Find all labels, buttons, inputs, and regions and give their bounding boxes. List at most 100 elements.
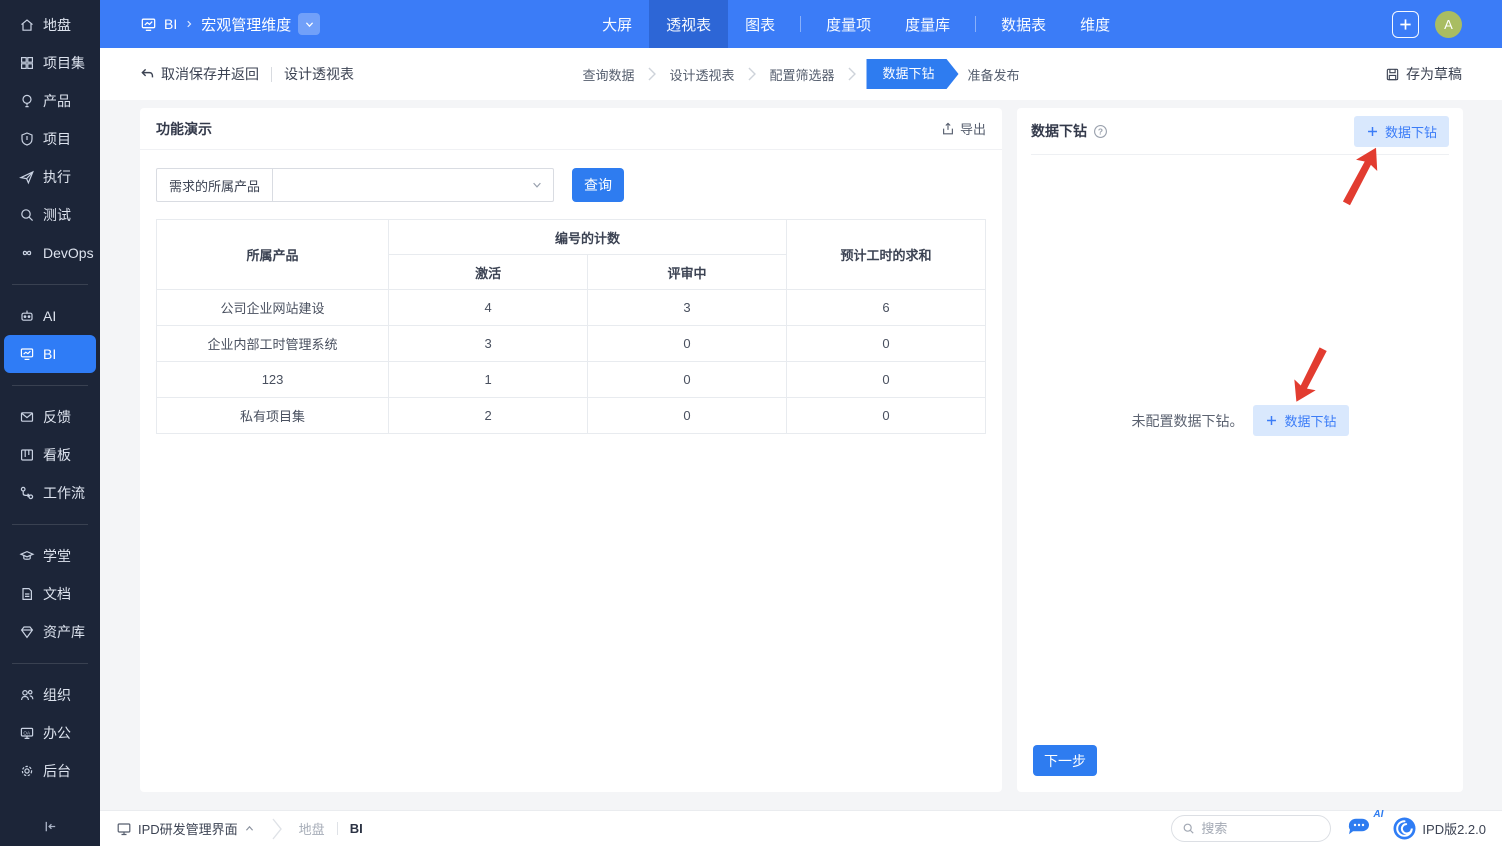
sidebar-item-feedback[interactable]: 反馈	[4, 398, 96, 436]
sidebar-item-project-set[interactable]: 项目集	[4, 44, 96, 82]
step-设计透视表[interactable]: 设计透视表	[663, 65, 740, 84]
drill-title: 数据下钻	[1031, 121, 1087, 141]
cell-product: 123	[157, 362, 389, 398]
sidebar-item-workflow[interactable]: 工作流	[4, 474, 96, 512]
sidebar-item-assets[interactable]: 资产库	[4, 613, 96, 651]
product-filter-select[interactable]	[273, 169, 553, 201]
workflow-icon	[18, 485, 35, 502]
sidebar-item-devops[interactable]: DevOps	[4, 234, 96, 272]
tab-维度[interactable]: 维度	[1063, 0, 1127, 48]
save-draft-icon	[1385, 67, 1400, 82]
footer-crumb-home[interactable]: 地盘	[299, 819, 325, 838]
column-header-estimate-sum: 预计工时的求和	[787, 220, 986, 290]
breadcrumb-chevron-icon	[184, 19, 194, 29]
sidebar-item-label: 反馈	[43, 407, 71, 427]
pivot-preview-card: 功能演示 导出 需求的所属产品 查询 所属产品 编号的计数	[140, 108, 1002, 792]
sidebar-item-test[interactable]: 测试	[4, 196, 96, 234]
cell-product: 私有项目集	[157, 398, 389, 434]
sidebar-item-label: BI	[43, 346, 56, 362]
sidebar-item-kanban[interactable]: 看板	[4, 436, 96, 474]
ai-icon	[18, 308, 35, 325]
save-draft-button[interactable]: 存为草稿	[1385, 64, 1462, 84]
avatar[interactable]: A	[1435, 11, 1462, 38]
sidebar-collapse-button[interactable]	[0, 814, 100, 838]
tab-大屏[interactable]: 大屏	[585, 0, 649, 48]
zentao-logo-icon[interactable]	[1393, 817, 1416, 840]
chevron-up-icon	[244, 823, 255, 834]
pivot-title: 功能演示	[156, 119, 212, 139]
cell-value: 0	[787, 362, 986, 398]
sidebar-item-ai[interactable]: AI	[4, 297, 96, 335]
step-数据下钻[interactable]: 数据下钻	[867, 59, 959, 89]
step-separator-icon	[848, 67, 857, 81]
execution-icon	[18, 169, 35, 186]
sidebar-item-project[interactable]: 项目	[4, 120, 96, 158]
drill-down-card: 数据下钻 ? 数据下钻 未配置数据下钻。 数据下钻 下一步	[1017, 108, 1463, 792]
bi-board-icon	[140, 16, 157, 33]
page-dropdown-button[interactable]	[298, 13, 320, 35]
org-icon	[18, 687, 35, 704]
next-step-button[interactable]: 下一步	[1033, 745, 1097, 776]
add-drill-down-label: 数据下钻	[1385, 122, 1437, 141]
step-配置筛选器[interactable]: 配置筛选器	[763, 65, 840, 84]
annotation-arrow-empty	[1285, 342, 1335, 407]
bi-icon	[18, 346, 35, 363]
sidebar-item-org[interactable]: 组织	[4, 676, 96, 714]
breadcrumb-app[interactable]: BI	[164, 16, 177, 32]
sidebar-item-admin[interactable]: 后台	[4, 752, 96, 790]
table-row: 123100	[157, 362, 986, 398]
create-button[interactable]	[1392, 11, 1419, 38]
save-draft-label: 存为草稿	[1406, 64, 1462, 84]
toolbar-divider	[271, 67, 272, 82]
footer-bar: IPD研发管理界面 地盘 BI AI IPD版2.2.0	[100, 810, 1502, 846]
back-return-icon	[140, 67, 155, 82]
sidebar-item-home[interactable]: 地盘	[4, 6, 96, 44]
export-button[interactable]: 导出	[941, 119, 986, 138]
tab-图表[interactable]: 图表	[728, 0, 792, 48]
column-header-product: 所属产品	[157, 220, 389, 290]
query-button[interactable]: 查询	[572, 168, 624, 202]
search-input[interactable]	[1201, 821, 1320, 836]
content-area: 功能演示 导出 需求的所属产品 查询 所属产品 编号的计数	[100, 100, 1502, 810]
add-drill-down-button-empty[interactable]: 数据下钻	[1253, 405, 1348, 436]
sidebar-item-office[interactable]: OA办公	[4, 714, 96, 752]
tab-透视表[interactable]: 透视表	[649, 0, 728, 48]
plus-icon	[1366, 125, 1379, 138]
sidebar-item-doc[interactable]: 文档	[4, 575, 96, 613]
sidebar-item-label: 执行	[43, 167, 71, 187]
help-icon[interactable]: ?	[1093, 124, 1108, 139]
sidebar-item-bi[interactable]: BI	[4, 335, 96, 373]
add-drill-down-button-top[interactable]: 数据下钻	[1354, 116, 1449, 147]
sidebar-divider	[12, 284, 88, 285]
plus-icon	[1265, 414, 1278, 427]
step-separator-icon	[647, 67, 656, 81]
step-准备发布[interactable]: 准备发布	[962, 65, 1026, 84]
project-set-icon	[18, 55, 35, 72]
sidebar-item-product[interactable]: 产品	[4, 82, 96, 120]
cell-value: 2	[389, 398, 588, 434]
footer-crumb-bi[interactable]: BI	[350, 821, 363, 836]
sidebar-item-execution[interactable]: 执行	[4, 158, 96, 196]
footer-crumb-divider	[337, 822, 338, 835]
step-查询数据[interactable]: 查询数据	[576, 65, 640, 84]
design-pivot-label: 设计透视表	[284, 64, 354, 84]
ai-chat-icon	[1347, 816, 1371, 836]
drill-header-divider	[1031, 154, 1449, 155]
devops-icon	[18, 245, 35, 262]
tab-group-divider	[800, 16, 801, 32]
cancel-save-return-button[interactable]: 取消保存并返回	[140, 64, 259, 84]
version-label: IPD版2.2.0	[1422, 819, 1486, 838]
sidebar-item-school[interactable]: 学堂	[4, 537, 96, 575]
cell-value: 6	[787, 290, 986, 326]
sidebar-item-label: 后台	[43, 761, 71, 781]
app-switcher-button[interactable]: IPD研发管理界面	[116, 819, 255, 838]
ai-assistant-button[interactable]: AI	[1347, 816, 1371, 841]
tab-度量项[interactable]: 度量项	[809, 0, 888, 48]
table-row: 私有项目集200	[157, 398, 986, 434]
tab-度量库[interactable]: 度量库	[888, 0, 967, 48]
sidebar-divider	[12, 385, 88, 386]
sidebar-item-label: 地盘	[43, 15, 71, 35]
cell-value: 0	[787, 398, 986, 434]
tab-数据表[interactable]: 数据表	[984, 0, 1063, 48]
sidebar-item-label: 组织	[43, 685, 71, 705]
